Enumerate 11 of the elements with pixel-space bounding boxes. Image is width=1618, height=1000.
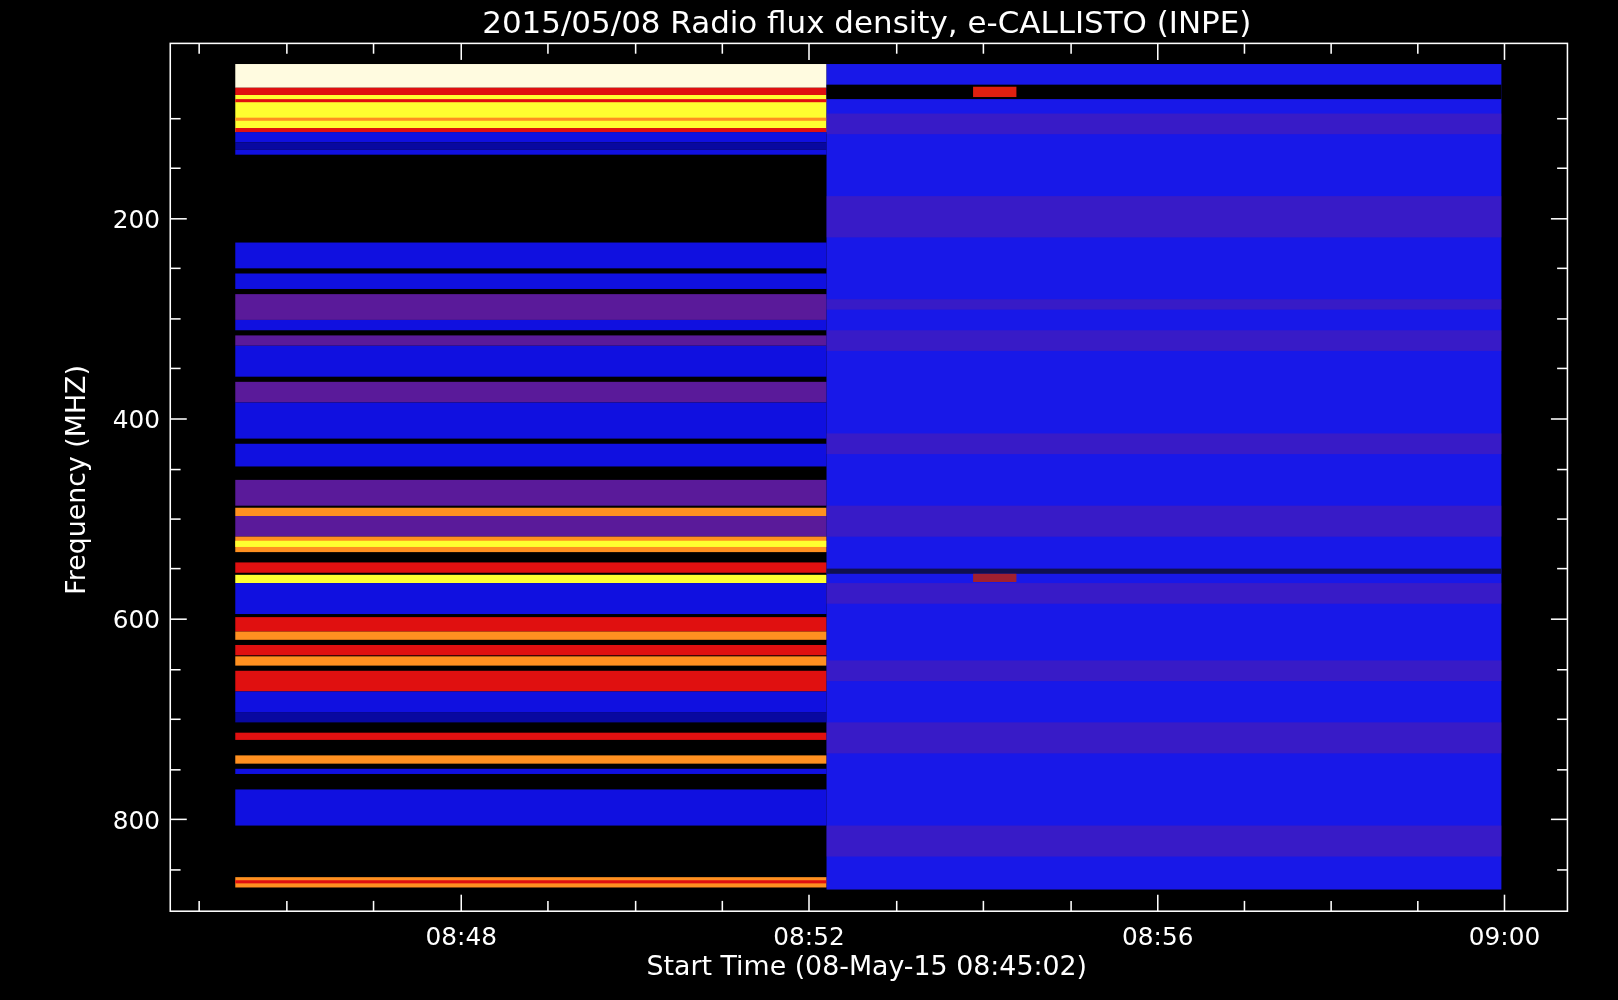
chart-title: 2015/05/08 Radio flux density, e-CALLISTO (INPE) xyxy=(482,4,1252,41)
axis-tick-label: 200 xyxy=(112,205,160,235)
axis-tick-label: 400 xyxy=(112,405,160,435)
axis-tick-label: 09:00 xyxy=(1468,922,1541,952)
axis-title: Start Time (08-May-15 08:45:02) xyxy=(646,950,1088,982)
axis-tick-label: 600 xyxy=(112,605,160,635)
axis-tick-label: 08:48 xyxy=(425,922,497,952)
axis-tick-label: 800 xyxy=(112,805,160,835)
axis-tick-label: 08:52 xyxy=(773,922,845,952)
axis-tick-label: 08:56 xyxy=(1122,922,1194,952)
axis-title: Frequency (MHZ) xyxy=(59,365,91,595)
